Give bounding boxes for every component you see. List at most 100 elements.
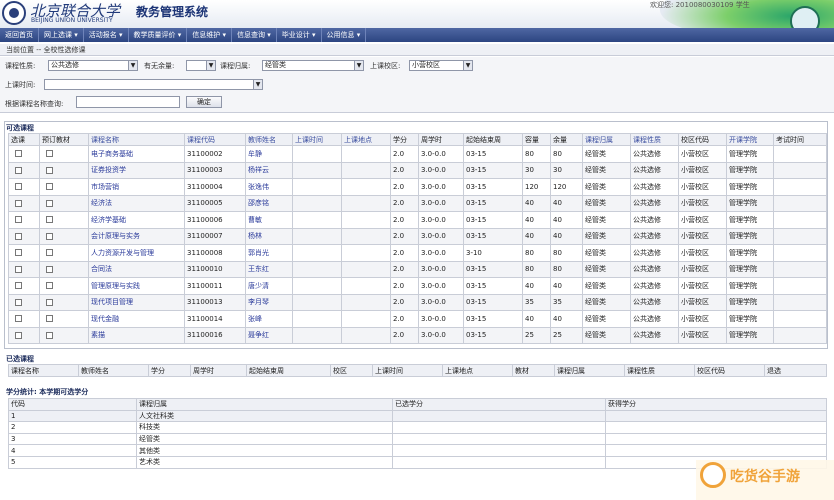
cell: 40 — [550, 310, 583, 328]
col-nature[interactable]: 课程性质 — [630, 133, 679, 146]
credits-cell: 人文社科类 — [136, 409, 393, 423]
select-course-checkbox[interactable] — [15, 249, 22, 257]
credits-cell: 4 — [8, 444, 137, 457]
select-course-checkbox[interactable] — [15, 232, 22, 240]
order-textbook-checkbox[interactable] — [46, 150, 53, 158]
cell-teacher-name[interactable]: 杨林 — [245, 227, 293, 245]
select-course-checkbox-cell — [8, 211, 40, 229]
credits-cell — [392, 409, 606, 423]
select-course-checkbox[interactable] — [15, 331, 22, 339]
cell-teacher-name[interactable]: 郭肖光 — [245, 244, 293, 262]
cell: 公共选修 — [630, 293, 679, 311]
order-textbook-checkbox[interactable] — [46, 265, 53, 273]
cell-course-name[interactable]: 电子商务基础 — [88, 145, 185, 163]
confirm-button[interactable]: 确定 — [186, 96, 222, 108]
cell: 经管类 — [582, 310, 631, 328]
order-textbook-checkbox[interactable] — [46, 331, 53, 339]
cell — [292, 194, 342, 212]
cell-course-code: 31100002 — [184, 145, 246, 163]
chevron-down-icon: ▼ — [253, 80, 262, 89]
cell-course-name[interactable]: 市场营销 — [88, 178, 185, 196]
select-course-checkbox[interactable] — [15, 216, 22, 224]
cell-course-name[interactable]: 人力资源开发与管理 — [88, 244, 185, 262]
col-course-name[interactable]: 课程名称 — [88, 133, 185, 146]
cell-teacher-name[interactable]: 聂争红 — [245, 326, 293, 344]
cell-teacher-name[interactable]: 曹敏 — [245, 211, 293, 229]
course-type-select[interactable]: 公共选修 ▼ — [48, 60, 138, 71]
cell-teacher-name[interactable]: 唐少清 — [245, 277, 293, 295]
campus-select[interactable]: 小营校区 ▼ — [409, 60, 473, 71]
order-textbook-checkbox[interactable] — [46, 249, 53, 257]
select-course-checkbox-cell — [8, 244, 40, 262]
cell — [292, 293, 342, 311]
cell-course-name[interactable]: 素描 — [88, 326, 185, 344]
cell: 03-15 — [463, 145, 523, 163]
select-course-checkbox[interactable] — [15, 199, 22, 207]
col-course-code[interactable]: 课程代码 — [184, 133, 246, 146]
nav-teaching-evaluation[interactable]: 教学质量评价 ▾ — [129, 28, 188, 42]
chevron-down-icon: ▼ — [128, 61, 137, 70]
cell — [773, 244, 827, 262]
cell-course-name[interactable]: 现代项目管理 — [88, 293, 185, 311]
selected-col-credits: 学分 — [148, 364, 191, 377]
cell-teacher-name[interactable]: 张逸伟 — [245, 178, 293, 196]
cell-teacher-name[interactable]: 牟静 — [245, 145, 293, 163]
order-textbook-checkbox[interactable] — [46, 183, 53, 191]
nav-info-maintenance[interactable]: 信息维护 ▾ — [187, 28, 232, 42]
credits-cell: 艺术类 — [136, 455, 393, 469]
order-textbook-checkbox[interactable] — [46, 166, 53, 174]
order-textbook-checkbox[interactable] — [46, 315, 53, 323]
course-name-search-input[interactable] — [76, 96, 180, 108]
cell-teacher-name[interactable]: 李月琴 — [245, 293, 293, 311]
cell-course-name[interactable]: 合同法 — [88, 260, 185, 278]
cell-course-name[interactable]: 现代金融 — [88, 310, 185, 328]
col-category[interactable]: 课程归属 — [582, 133, 631, 146]
credits-col-code: 代码 — [8, 398, 137, 411]
nav-home[interactable]: 返回首页 — [0, 28, 39, 42]
cell: 3.0-0.0 — [418, 178, 464, 196]
order-textbook-checkbox-cell — [39, 277, 89, 295]
select-course-checkbox[interactable] — [15, 150, 22, 158]
cell-course-name[interactable]: 经济法 — [88, 194, 185, 212]
course-category-select[interactable]: 经管类 ▼ — [262, 60, 364, 71]
nav-activity-signup[interactable]: 活动报名 ▾ — [84, 28, 129, 42]
cell-teacher-name[interactable]: 张峰 — [245, 310, 293, 328]
order-textbook-checkbox[interactable] — [46, 232, 53, 240]
order-textbook-checkbox[interactable] — [46, 216, 53, 224]
cell-course-name[interactable]: 经济学基础 — [88, 211, 185, 229]
cell-teacher-name[interactable]: 邵彦铭 — [245, 194, 293, 212]
order-textbook-checkbox[interactable] — [46, 282, 53, 290]
select-course-checkbox[interactable] — [15, 265, 22, 273]
col-teacher[interactable]: 教师姓名 — [245, 133, 293, 146]
cell — [773, 326, 827, 344]
cell — [292, 260, 342, 278]
select-course-checkbox[interactable] — [15, 166, 22, 174]
col-class-time[interactable]: 上课时间 — [292, 133, 342, 146]
nav-graduation-design[interactable]: 毕业设计 ▾ — [277, 28, 322, 42]
cell — [341, 260, 391, 278]
nav-public-info[interactable]: 公用信息 ▾ — [322, 28, 367, 42]
col-class-location[interactable]: 上课地点 — [341, 133, 391, 146]
cell: 2.0 — [390, 277, 419, 295]
cell-teacher-name[interactable]: 王东红 — [245, 260, 293, 278]
col-college[interactable]: 开课学院 — [726, 133, 774, 146]
cell: 管理学院 — [726, 227, 774, 245]
cell-teacher-name[interactable]: 杨祥云 — [245, 161, 293, 179]
nav-online-course-selection[interactable]: 网上选课 ▾ — [39, 28, 84, 42]
select-course-checkbox[interactable] — [15, 282, 22, 290]
cell-course-name[interactable]: 证券投资学 — [88, 161, 185, 179]
cell-course-name[interactable]: 管理原理与实践 — [88, 277, 185, 295]
selected-col-teacher: 教师姓名 — [78, 364, 149, 377]
time-select[interactable]: ▼ — [44, 79, 263, 90]
cell-course-code: 31100005 — [184, 194, 246, 212]
order-textbook-checkbox[interactable] — [46, 199, 53, 207]
has-remaining-select[interactable]: ▼ — [186, 60, 216, 71]
select-course-checkbox[interactable] — [15, 183, 22, 191]
select-course-checkbox[interactable] — [15, 298, 22, 306]
select-course-checkbox[interactable] — [15, 315, 22, 323]
course-type-value: 公共选修 — [51, 61, 79, 69]
cell: 35 — [522, 293, 551, 311]
cell-course-name[interactable]: 会计原理与实务 — [88, 227, 185, 245]
order-textbook-checkbox[interactable] — [46, 298, 53, 306]
nav-info-query[interactable]: 信息查询 ▾ — [232, 28, 277, 42]
